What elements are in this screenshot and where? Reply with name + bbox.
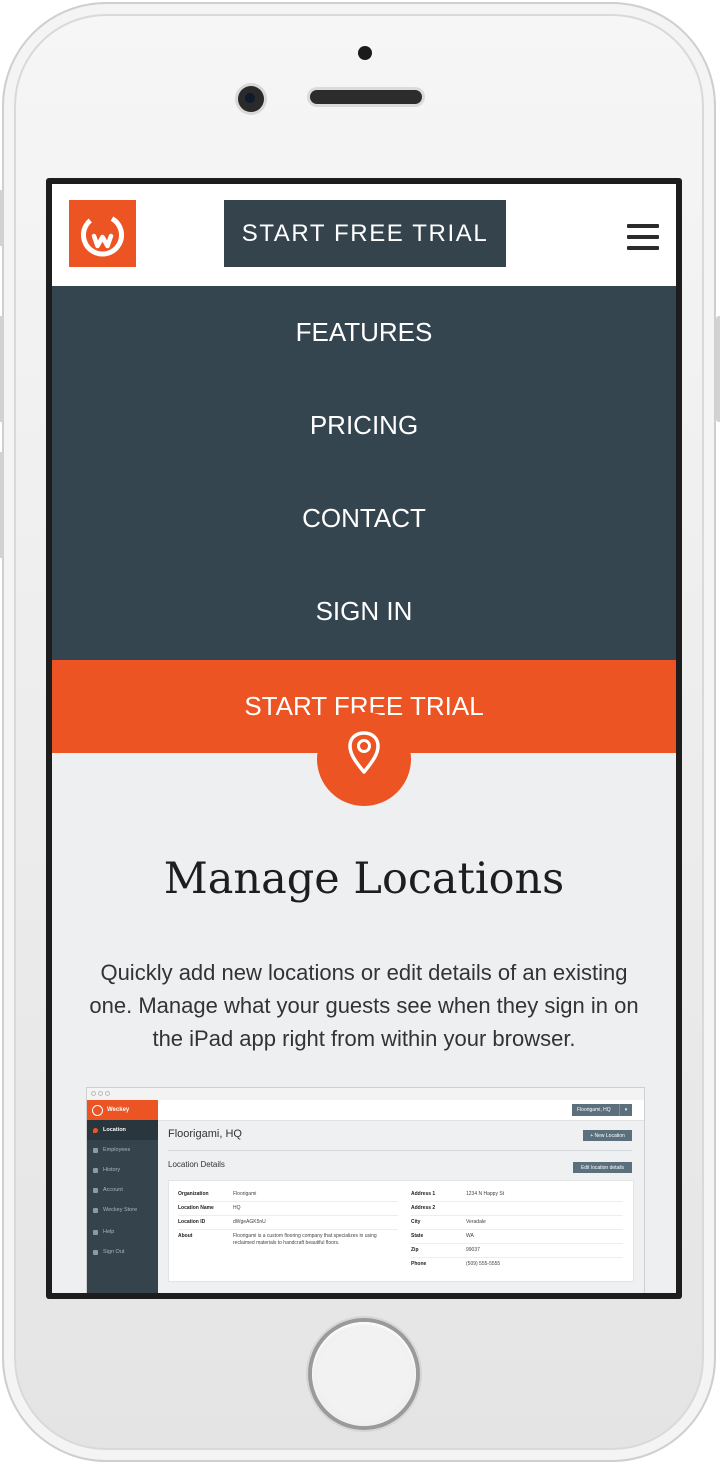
power-button [716, 316, 720, 422]
sidebar-item-history[interactable]: History [87, 1160, 158, 1180]
detail-value: 99037 [466, 1247, 480, 1253]
detail-key: Address 2 [411, 1205, 436, 1211]
sidebar-item-label: Employees [103, 1147, 131, 1153]
account-icon [93, 1187, 98, 1193]
phone-frame: START FREE TRIAL FEATURES PRICING CONTAC… [0, 2, 720, 1462]
sidebar-item-help[interactable]: Help [87, 1222, 158, 1242]
earpiece-speaker [310, 90, 422, 104]
sidebar-item-sign-out[interactable]: Sign Out [87, 1242, 158, 1262]
menu-icon[interactable] [627, 224, 659, 250]
new-location-button[interactable]: + New Location [583, 1130, 632, 1141]
users-icon [93, 1147, 98, 1153]
sidebar-item-account[interactable]: Account [87, 1180, 158, 1200]
help-icon [93, 1229, 98, 1235]
detail-value: Veradale [466, 1219, 486, 1225]
details-heading: Location Details [168, 1160, 225, 1169]
location-details-card: Organization Floorigami Location Name HQ… [168, 1180, 634, 1282]
clock-icon [93, 1167, 98, 1173]
detail-row: Zip 99037 [411, 1243, 623, 1258]
site-header: START FREE TRIAL [52, 184, 676, 286]
app-brand: Weckey [87, 1100, 158, 1120]
sidebar-item-label: History [103, 1167, 121, 1173]
sidebar-item-label: Account [103, 1187, 123, 1193]
detail-key: Address 1 [411, 1191, 436, 1197]
window-dot-icon [91, 1091, 96, 1096]
org-selector[interactable]: Floorigami, HQ ▾ [572, 1104, 632, 1116]
detail-value: dWgeAGK5nU [233, 1219, 266, 1225]
home-button[interactable] [312, 1322, 416, 1426]
volume-up-button [0, 316, 4, 422]
detail-key: Zip [411, 1247, 419, 1253]
detail-value: Floorigami is a custom flooring company … [233, 1233, 377, 1246]
mute-switch [0, 190, 4, 246]
section-title: Manage Locations [163, 854, 565, 904]
pin-icon [93, 1127, 98, 1133]
caret-down-icon: ▾ [619, 1104, 632, 1116]
front-camera [238, 86, 264, 112]
app-topbar: Floorigami, HQ ▾ [158, 1100, 644, 1121]
detail-value: WA [466, 1233, 474, 1239]
window-dot-icon [105, 1091, 110, 1096]
sidebar-item-label: Weckey Store [103, 1207, 138, 1213]
nav-menu: FEATURES PRICING CONTACT SIGN IN [52, 286, 676, 660]
detail-key: City [411, 1219, 421, 1225]
detail-key: About [178, 1233, 193, 1239]
app-sidebar: Weckey Location Employees History Accoun… [87, 1100, 158, 1293]
detail-row: State WA [411, 1229, 623, 1244]
org-selector-label: Floorigami, HQ [577, 1107, 611, 1113]
sign-out-icon [93, 1249, 98, 1255]
edit-location-button[interactable]: Edit location details [573, 1162, 632, 1173]
detail-row: City Veradale [411, 1215, 623, 1230]
sidebar-item-label: Help [103, 1229, 115, 1235]
app-logo-icon [92, 1104, 103, 1116]
detail-row: About Floorigami is a custom flooring co… [178, 1229, 398, 1251]
detail-key: Phone [411, 1261, 427, 1267]
detail-key: Location ID [178, 1219, 206, 1225]
detail-key: State [411, 1233, 424, 1239]
web-viewport: START FREE TRIAL FEATURES PRICING CONTAC… [52, 184, 676, 1293]
sidebar-item-store[interactable]: Weckey Store [87, 1200, 158, 1220]
detail-value: (509) 555-5555 [466, 1261, 501, 1267]
detail-value: HQ [233, 1205, 241, 1211]
detail-key: Organization [178, 1191, 209, 1197]
sidebar-item-label: Sign Out [103, 1249, 125, 1255]
phone-screen: START FREE TRIAL FEATURES PRICING CONTAC… [46, 178, 682, 1299]
sidebar-item-employees[interactable]: Employees [87, 1140, 158, 1160]
detail-row: Phone (509) 555-5555 [411, 1257, 623, 1271]
start-free-trial-button[interactable]: START FREE TRIAL [224, 200, 506, 267]
section-description: Quickly add new locations or edit detail… [89, 960, 639, 1051]
nav-item-features[interactable]: FEATURES [52, 286, 676, 379]
divider [168, 1150, 632, 1151]
nav-item-sign-in[interactable]: SIGN IN [52, 565, 676, 658]
location-pin-icon [317, 712, 411, 806]
proximity-sensor [358, 46, 372, 60]
detail-row: Location Name HQ [178, 1201, 398, 1216]
sidebar-item-location[interactable]: Location [87, 1120, 158, 1140]
detail-value: Floorigami [233, 1191, 257, 1197]
nav-item-contact[interactable]: CONTACT [52, 472, 676, 565]
cart-icon [93, 1207, 98, 1213]
app-screenshot-preview: Weckey Location Employees History Accoun… [86, 1087, 645, 1293]
app-brand-name: Weckey [107, 1107, 130, 1113]
detail-row: Address 2 [411, 1201, 623, 1216]
window-dot-icon [98, 1091, 103, 1096]
app-main: Floorigami, HQ ▾ Floorigami, HQ + New Lo… [158, 1100, 644, 1293]
detail-value: 1234 N Happy St [466, 1191, 505, 1197]
sidebar-item-label: Location [103, 1127, 126, 1133]
detail-row: Address 1 1234 N Happy St [411, 1187, 623, 1202]
nav-item-pricing[interactable]: PRICING [52, 379, 676, 472]
detail-row: Organization Floorigami [178, 1187, 398, 1202]
detail-key: Location Name [178, 1205, 214, 1211]
volume-down-button [0, 452, 4, 558]
brand-logo-icon[interactable] [69, 200, 136, 267]
app-page-title: Floorigami, HQ [168, 1128, 242, 1140]
detail-row: Location ID dWgeAGK5nU [178, 1215, 398, 1230]
